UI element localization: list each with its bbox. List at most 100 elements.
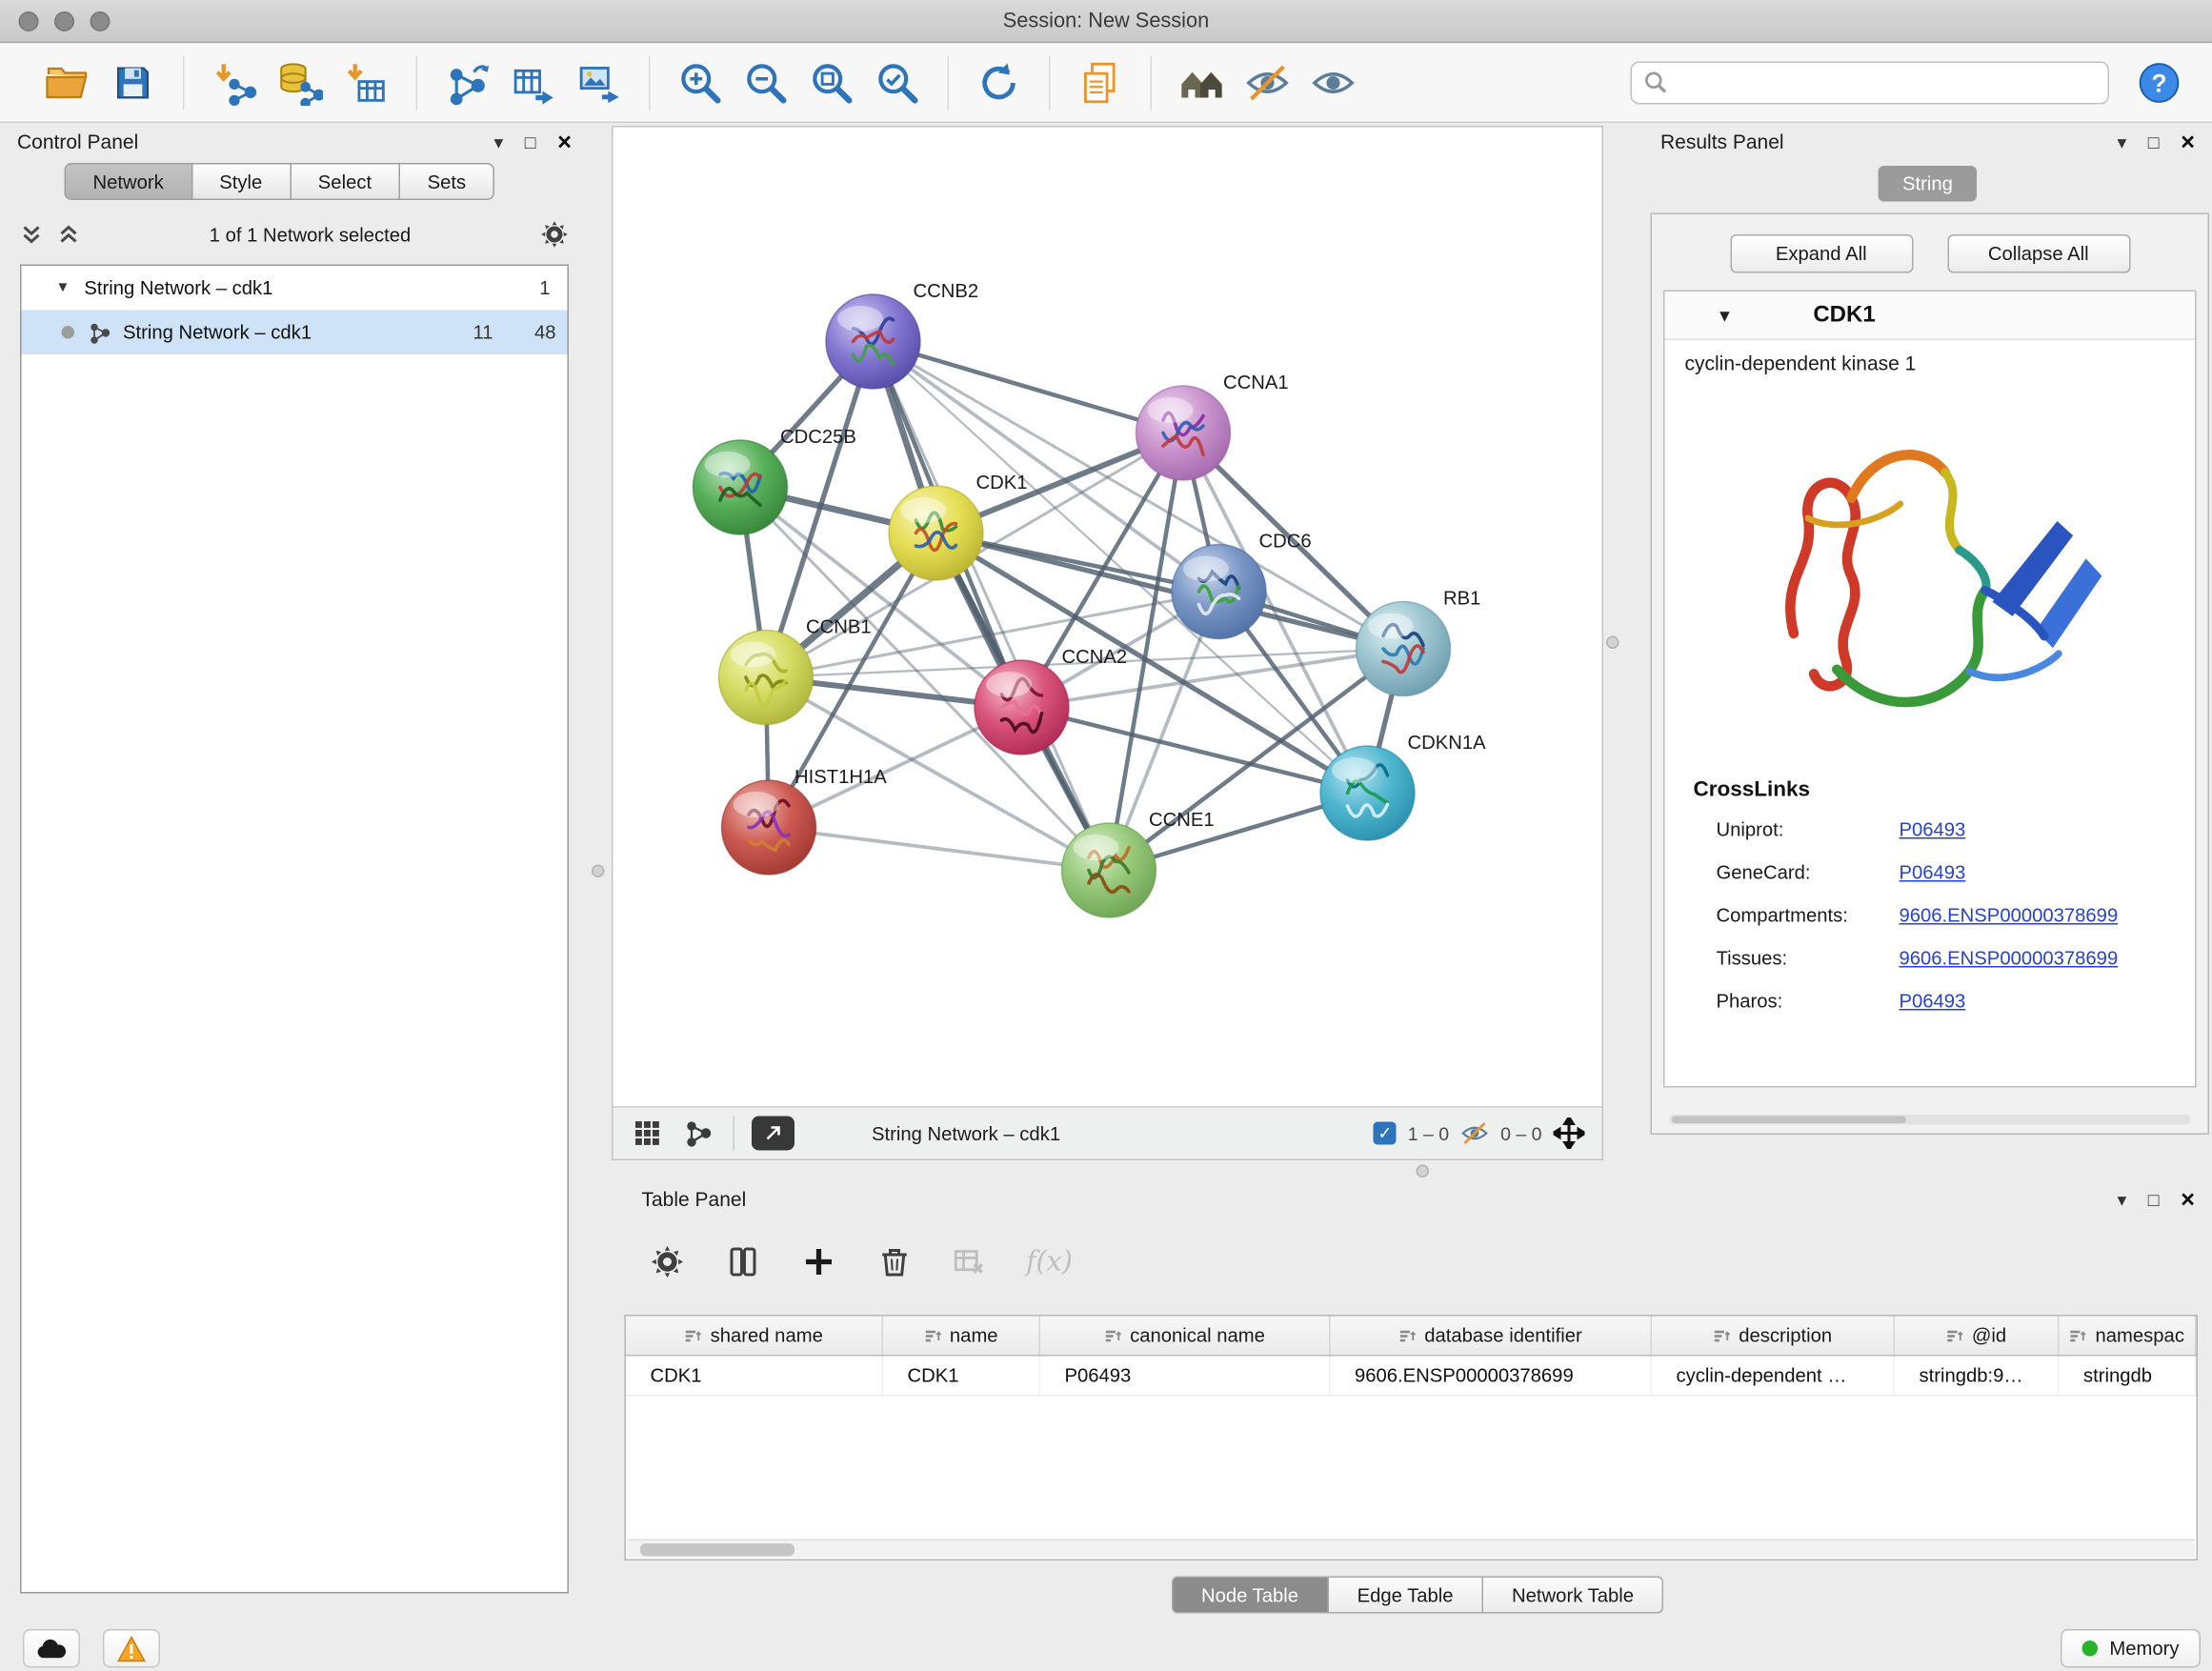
panel-close-icon[interactable]: × (2181, 130, 2195, 154)
delete-column-button[interactable] (877, 1245, 912, 1279)
cell-canonical-name[interactable]: P06493 (1040, 1357, 1331, 1396)
panel-close-icon[interactable]: × (557, 130, 572, 154)
splitter-handle[interactable] (1417, 1165, 1430, 1178)
open-session-button[interactable] (34, 50, 100, 116)
crosslink-compartments-link[interactable]: 9606.ENSP00000378699 (1900, 904, 2119, 926)
results-scrollbar[interactable] (1669, 1115, 2191, 1125)
network-node-CDK1[interactable]: CDK1 (889, 473, 1028, 580)
cloud-status-button[interactable] (23, 1629, 80, 1668)
network-edge-CCNB2-CCNA1[interactable] (874, 342, 1184, 433)
table-row[interactable]: CDK1 CDK1 P06493 9606.ENSP00000378699 cy… (626, 1357, 2197, 1397)
crosslink-tissues-link[interactable]: 9606.ENSP00000378699 (1900, 947, 2119, 969)
birdseye-grid-button[interactable] (631, 1117, 665, 1151)
column-header-canonical-name[interactable]: canonical name (1040, 1317, 1331, 1356)
network-node-CCNB1[interactable]: CCNB1 (719, 617, 872, 725)
cell-name[interactable]: CDK1 (883, 1357, 1040, 1396)
panel-close-icon[interactable]: × (2181, 1187, 2195, 1212)
cell-description[interactable]: cyclin-dependent … (1652, 1357, 1895, 1396)
search-box[interactable] (1631, 62, 2110, 105)
delete-table-button[interactable] (954, 1246, 985, 1278)
crosslink-uniprot-link[interactable]: P06493 (1900, 818, 1966, 840)
column-header-description[interactable]: description (1652, 1317, 1895, 1356)
network-node-CCNB2[interactable]: CCNB2 (826, 281, 978, 389)
cell-database-identifier[interactable]: 9606.ENSP00000378699 (1331, 1357, 1653, 1396)
gene-section-header[interactable]: ▼ CDK1 (1665, 292, 2196, 340)
panel-float-icon[interactable]: □ (2148, 132, 2160, 151)
splitter-handle[interactable] (592, 865, 605, 878)
network-canvas[interactable]: CCNB2CCNA1CDC25BCDK1CDC6RB1CCNB1CCNA2CDK… (613, 128, 1602, 1107)
column-header-database-identifier[interactable]: database identifier (1331, 1317, 1653, 1356)
tab-edge-table[interactable]: Edge Table (1327, 1577, 1483, 1614)
warnings-button[interactable] (103, 1629, 160, 1668)
panel-collapse-icon[interactable]: ▾ (494, 132, 504, 151)
crosslink-genecard-link[interactable]: P06493 (1900, 861, 1966, 883)
cell-id[interactable]: stringdb:9… (1895, 1357, 2060, 1396)
network-edge-CCNB2-CCNE1[interactable] (874, 342, 1110, 871)
show-graphics-details-button[interactable] (1300, 50, 1366, 116)
expand-all-button[interactable]: Expand All (1730, 234, 1913, 273)
collapse-all-button[interactable]: Collapse All (1947, 234, 2130, 273)
copy-document-button[interactable] (1068, 50, 1134, 116)
export-image-button[interactable] (566, 50, 632, 116)
import-network-from-file-button[interactable] (202, 50, 268, 116)
panel-collapse-icon[interactable]: ▾ (2118, 1190, 2127, 1209)
help-button[interactable] (2126, 50, 2192, 116)
network-from-selection-button[interactable] (434, 50, 500, 116)
network-node-CDC25B[interactable]: CDC25B (694, 427, 856, 534)
column-header-namespace[interactable]: namespac (2060, 1317, 2197, 1356)
network-node-HIST1H1A[interactable]: HIST1H1A (722, 767, 888, 875)
section-caret-icon[interactable]: ▼ (1717, 305, 1734, 325)
tab-sets[interactable]: Sets (399, 163, 495, 200)
tab-network-table[interactable]: Network Table (1482, 1577, 1664, 1614)
show-columns-button[interactable] (726, 1245, 760, 1279)
search-input[interactable] (1678, 72, 2097, 94)
pan-crosshair-icon[interactable] (1554, 1117, 1585, 1149)
selection-checkbox[interactable]: ✓ (1374, 1122, 1397, 1145)
cell-namespace[interactable]: stringdb (2060, 1357, 2197, 1396)
function-builder-button[interactable]: f(x) (1026, 1246, 1073, 1278)
panel-collapse-icon[interactable]: ▾ (2118, 132, 2127, 151)
create-column-button[interactable] (802, 1245, 836, 1279)
tab-select[interactable]: Select (290, 163, 400, 200)
zoom-fit-content-button[interactable] (799, 50, 865, 116)
network-collection-row[interactable]: ▼ String Network – cdk1 1 (22, 266, 568, 311)
cell-shared-name[interactable]: CDK1 (626, 1357, 883, 1396)
zoom-in-button[interactable] (668, 50, 734, 116)
cybrowser-home-button[interactable] (1169, 50, 1235, 116)
column-header-id[interactable]: @id (1895, 1317, 2060, 1356)
export-table-button[interactable] (500, 50, 566, 116)
network-node-RB1[interactable]: RB1 (1357, 589, 1481, 696)
network-row[interactable]: String Network – cdk1 11 48 (22, 311, 568, 355)
tab-style[interactable]: Style (191, 163, 291, 200)
network-edge-CCNE1-HIST1H1A[interactable] (769, 828, 1109, 871)
save-session-button[interactable] (100, 50, 166, 116)
close-window-button[interactable] (19, 11, 39, 31)
tab-node-table[interactable]: Node Table (1171, 1577, 1328, 1614)
expand-all-icon[interactable] (57, 223, 80, 246)
import-network-from-database-button[interactable] (268, 50, 333, 116)
zoom-window-button[interactable] (90, 11, 111, 31)
apply-layout-button[interactable] (966, 50, 1032, 116)
network-node-CCNA1[interactable]: CCNA1 (1136, 372, 1289, 480)
memory-button[interactable]: Memory (2061, 1629, 2201, 1668)
crosslink-pharos-link[interactable]: P06493 (1900, 990, 1966, 1012)
table-horizontal-scrollbar[interactable] (628, 1540, 2196, 1559)
hide-graphics-details-button[interactable] (1235, 50, 1300, 116)
table-settings-button[interactable] (651, 1245, 685, 1279)
import-table-from-file-button[interactable] (333, 50, 399, 116)
tab-network[interactable]: Network (65, 163, 192, 200)
zoom-selected-button[interactable] (865, 50, 931, 116)
zoom-out-button[interactable] (734, 50, 799, 116)
detach-view-button[interactable] (752, 1117, 794, 1151)
gear-icon[interactable] (540, 220, 569, 249)
tab-string[interactable]: String (1879, 166, 1978, 202)
column-header-name[interactable]: name (883, 1317, 1040, 1356)
collapse-all-icon[interactable] (20, 223, 43, 246)
panel-float-icon[interactable]: □ (525, 132, 536, 151)
column-header-shared-name[interactable]: shared name (626, 1317, 883, 1356)
tree-caret-icon[interactable]: ▼ (56, 280, 70, 296)
panel-float-icon[interactable]: □ (2148, 1190, 2160, 1209)
splitter-handle[interactable] (1606, 636, 1619, 650)
network-glyph-button[interactable] (682, 1117, 716, 1151)
minimize-window-button[interactable] (54, 11, 74, 31)
